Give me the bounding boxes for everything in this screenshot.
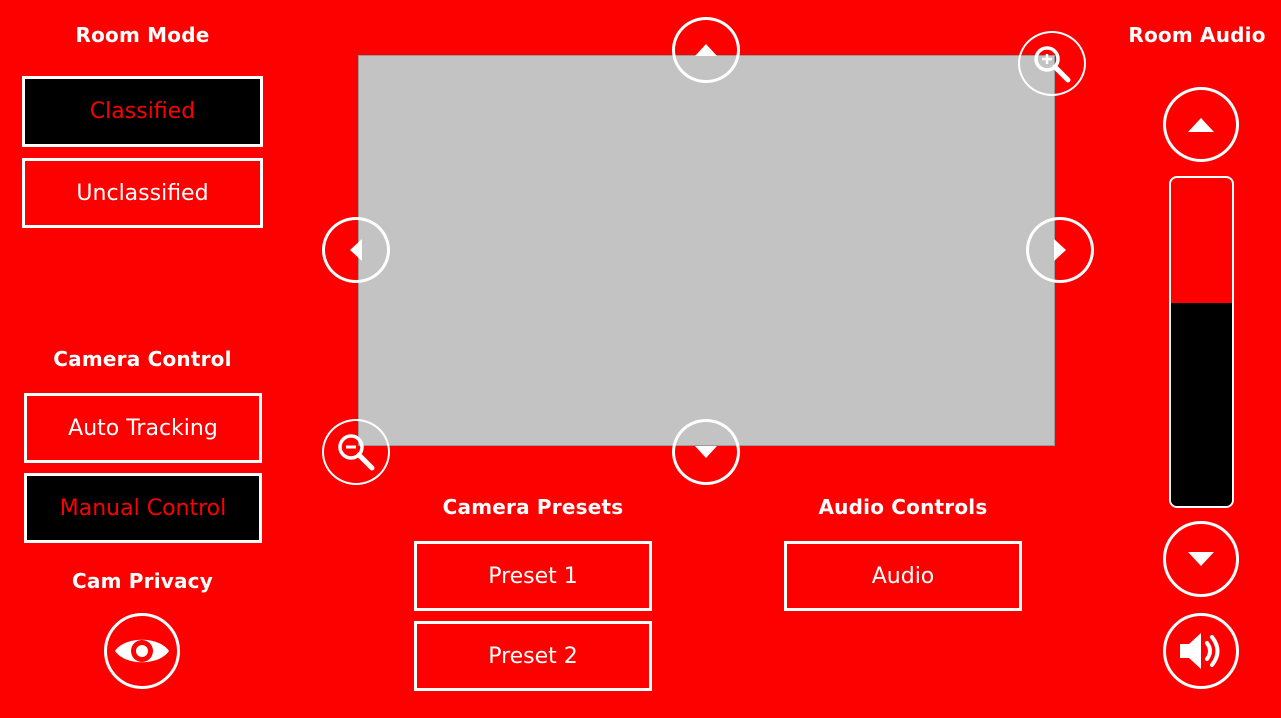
mute-button[interactable]	[1163, 613, 1239, 689]
eye-icon	[113, 634, 171, 668]
auto-tracking-button[interactable]: Auto Tracking	[24, 393, 262, 463]
zoom-in-button[interactable]	[1018, 31, 1086, 96]
camera-control-heading: Camera Control	[53, 347, 232, 371]
audio-button[interactable]: Audio	[784, 541, 1022, 611]
classified-button[interactable]: Classified	[22, 76, 263, 147]
volume-up-button[interactable]	[1163, 87, 1239, 162]
room-audio-heading: Room Audio	[1128, 23, 1266, 47]
preset-1-button-label: Preset 1	[488, 563, 578, 589]
preset-2-button-label: Preset 2	[488, 643, 578, 669]
manual-control-button-label: Manual Control	[59, 495, 227, 521]
camera-presets-heading: Camera Presets	[442, 495, 624, 519]
unclassified-button-label: Unclassified	[76, 180, 209, 206]
zoom-out-button[interactable]	[322, 419, 390, 485]
camera-preview	[358, 55, 1055, 446]
preset-2-button[interactable]: Preset 2	[414, 621, 652, 691]
pan-left-button[interactable]	[322, 217, 390, 283]
speaker-icon	[1177, 629, 1225, 673]
triangle-down-icon	[1187, 551, 1215, 567]
cam-privacy-heading: Cam Privacy	[72, 569, 213, 593]
chevron-left-icon	[349, 238, 363, 262]
room-mode-heading: Room Mode	[75, 23, 210, 47]
volume-down-button[interactable]	[1163, 521, 1239, 597]
chevron-up-icon	[694, 43, 718, 57]
preset-1-button[interactable]: Preset 1	[414, 541, 652, 611]
audio-button-label: Audio	[871, 563, 935, 589]
audio-controls-heading: Audio Controls	[818, 495, 988, 519]
volume-slider[interactable]	[1169, 176, 1234, 508]
classified-button-label: Classified	[89, 99, 196, 124]
pan-down-button[interactable]	[672, 419, 740, 485]
triangle-up-icon	[1187, 117, 1215, 133]
unclassified-button[interactable]: Unclassified	[22, 158, 263, 228]
chevron-down-icon	[694, 445, 718, 459]
zoom-in-icon	[1032, 44, 1072, 84]
auto-tracking-button-label: Auto Tracking	[68, 415, 218, 441]
pan-right-button[interactable]	[1026, 217, 1094, 283]
manual-control-button[interactable]: Manual Control	[24, 473, 262, 543]
cam-privacy-button[interactable]	[104, 613, 180, 689]
pan-up-button[interactable]	[672, 17, 740, 83]
volume-level-fill	[1171, 302, 1232, 506]
chevron-right-icon	[1053, 238, 1067, 262]
zoom-out-icon	[336, 432, 376, 472]
